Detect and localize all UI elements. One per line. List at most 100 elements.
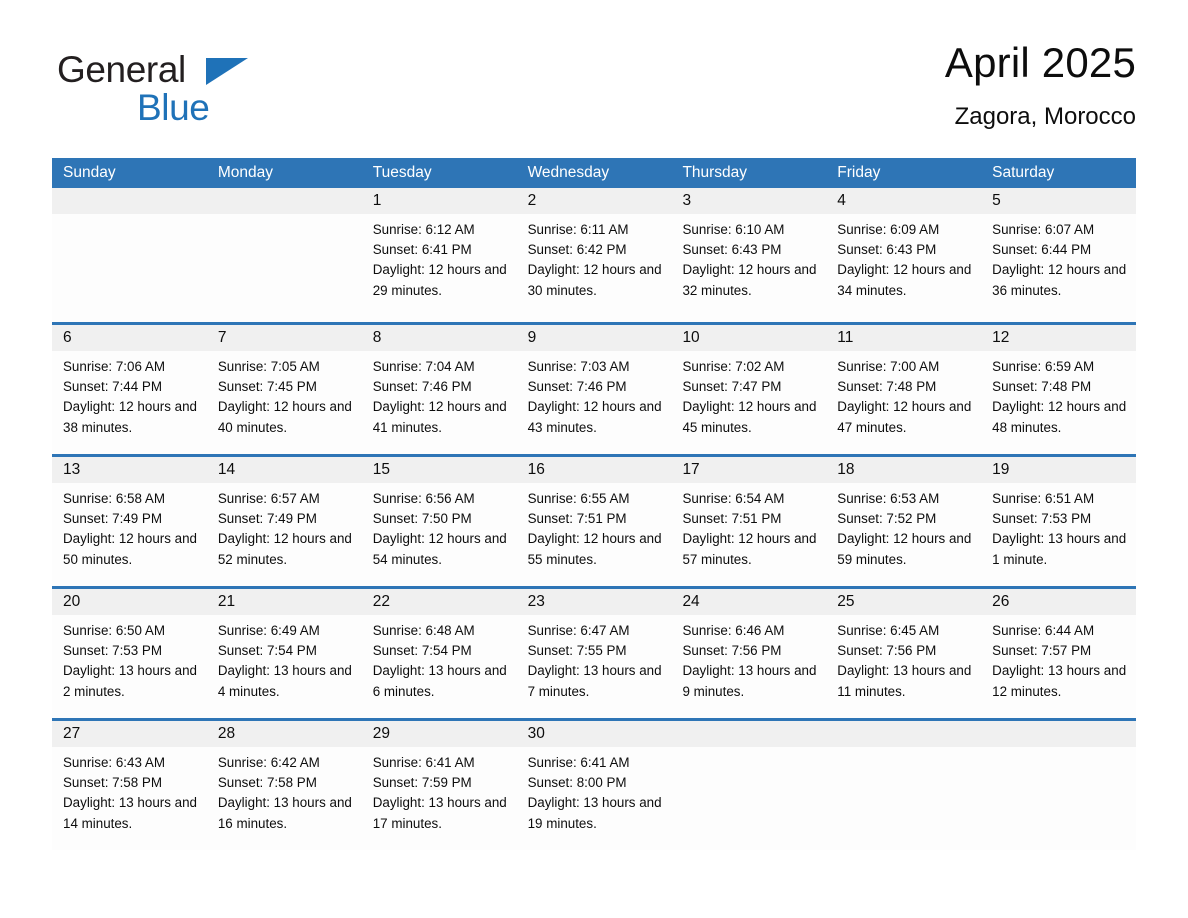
day-cell-9[interactable]: 9 Sunrise: 7:03 AM Sunset: 7:46 PM Daylight… — [516, 325, 672, 454]
day-number: 3 — [671, 188, 827, 214]
day-details: Sunrise: 6:55 AM Sunset: 7:51 PM Daylight:… — [517, 483, 672, 570]
day-cell-26[interactable]: 26 Sunrise: 6:44 AM Sunset: 7:57 PM Dayligh… — [981, 589, 1137, 718]
day-number — [826, 721, 982, 747]
day-details: Sunrise: 6:42 AM Sunset: 7:58 PM Daylight:… — [207, 747, 362, 834]
day-cell-28[interactable]: 28 Sunrise: 6:42 AM Sunset: 7:58 PM Dayligh… — [206, 721, 362, 850]
daylight-text: Daylight: 12 hours and 52 minutes. — [217, 531, 352, 567]
day-details: Sunrise: 7:00 AM Sunset: 7:48 PM Daylight:… — [826, 351, 981, 438]
day-cell-27[interactable]: 27 Sunrise: 6:43 AM Sunset: 7:58 PM Dayligh… — [52, 721, 207, 850]
day-cell-29[interactable]: 29 Sunrise: 6:41 AM Sunset: 7:59 PM Dayligh… — [361, 721, 517, 850]
daylight-text: Daylight: 13 hours and 11 minutes. — [837, 663, 972, 699]
daylight-text: Daylight: 13 hours and 17 minutes. — [372, 795, 507, 831]
logo-text-blue: Blue — [137, 87, 210, 128]
day-details: Sunrise: 6:46 AM Sunset: 7:56 PM Daylight:… — [671, 615, 826, 702]
sunrise-text: Sunrise: 6:57 AM — [217, 491, 320, 506]
sunrise-text: Sunrise: 6:09 AM — [837, 222, 940, 237]
day-cell-21[interactable]: 21 Sunrise: 6:49 AM Sunset: 7:54 PM Dayligh… — [206, 589, 362, 718]
sunrise-text: Sunrise: 6:12 AM — [372, 222, 475, 237]
calendar-week-row: 20 Sunrise: 6:50 AM Sunset: 7:53 PM Dayligh… — [52, 586, 1137, 718]
sunset-text: Sunset: 7:55 PM — [527, 643, 627, 659]
day-number: 18 — [826, 457, 982, 483]
day-cell-16[interactable]: 16 Sunrise: 6:55 AM Sunset: 7:51 PM Dayligh… — [516, 457, 672, 586]
day-number: 27 — [52, 721, 207, 747]
day-cell-8[interactable]: 8 Sunrise: 7:04 AM Sunset: 7:46 PM Daylight… — [361, 325, 517, 454]
page-header: General Blue April 2025 Zagora, Morocco — [52, 38, 1136, 150]
day-cell-14[interactable]: 14 Sunrise: 6:57 AM Sunset: 7:49 PM Dayligh… — [206, 457, 362, 586]
sunset-text: Sunset: 7:56 PM — [837, 643, 937, 659]
day-cell-18[interactable]: 18 Sunrise: 6:53 AM Sunset: 7:52 PM Dayligh… — [826, 457, 982, 586]
daylight-text: Daylight: 12 hours and 36 minutes. — [992, 262, 1127, 298]
logo-word-general: General — [57, 50, 357, 90]
day-cell-5[interactable]: 5 Sunrise: 6:07 AM Sunset: 6:44 PM Daylight… — [981, 188, 1137, 322]
sunset-text: Sunset: 7:53 PM — [63, 643, 162, 659]
sunrise-text: Sunrise: 6:10 AM — [682, 222, 785, 237]
weekday-header-wednesday: Wednesday — [527, 164, 610, 181]
day-details: Sunrise: 6:12 AM Sunset: 6:41 PM Daylight:… — [362, 214, 517, 301]
sunset-text: Sunset: 6:43 PM — [682, 242, 782, 258]
daylight-text: Daylight: 12 hours and 47 minutes. — [837, 399, 972, 435]
daylight-text: Daylight: 12 hours and 48 minutes. — [992, 399, 1127, 435]
triangle-icon — [206, 58, 248, 85]
sunrise-text: Sunrise: 6:59 AM — [992, 359, 1095, 374]
day-cell-24[interactable]: 24 Sunrise: 6:46 AM Sunset: 7:56 PM Dayligh… — [671, 589, 827, 718]
day-cell-10[interactable]: 10 Sunrise: 7:02 AM Sunset: 7:47 PM Dayligh… — [671, 325, 827, 454]
sunrise-text: Sunrise: 6:56 AM — [372, 491, 475, 506]
logo-text-general: General — [57, 49, 186, 90]
day-number: 13 — [52, 457, 207, 483]
day-cell-empty — [826, 721, 982, 850]
day-cell-25[interactable]: 25 Sunrise: 6:45 AM Sunset: 7:56 PM Dayligh… — [826, 589, 982, 718]
sunset-text: Sunset: 7:54 PM — [372, 643, 472, 659]
day-number: 10 — [671, 325, 827, 351]
day-number: 22 — [361, 589, 517, 615]
sunset-text: Sunset: 7:58 PM — [63, 775, 162, 791]
day-number: 11 — [826, 325, 982, 351]
day-cell-4[interactable]: 4 Sunrise: 6:09 AM Sunset: 6:43 PM Daylight… — [826, 188, 982, 322]
day-cell-22[interactable]: 22 Sunrise: 6:48 AM Sunset: 7:54 PM Dayligh… — [361, 589, 517, 718]
day-details: Sunrise: 6:50 AM Sunset: 7:53 PM Daylight:… — [52, 615, 207, 702]
daylight-text: Daylight: 12 hours and 50 minutes. — [63, 531, 197, 567]
day-cell-1[interactable]: 1 Sunrise: 6:12 AM Sunset: 6:41 PM Daylight… — [361, 188, 517, 322]
day-cell-3[interactable]: 3 Sunrise: 6:10 AM Sunset: 6:43 PM Daylight… — [671, 188, 827, 322]
day-number: 8 — [361, 325, 517, 351]
day-details: Sunrise: 6:10 AM Sunset: 6:43 PM Daylight:… — [671, 214, 826, 301]
day-number: 26 — [981, 589, 1137, 615]
daylight-text: Daylight: 12 hours and 32 minutes. — [682, 262, 817, 298]
sunrise-text: Sunrise: 6:54 AM — [682, 491, 785, 506]
day-details: Sunrise: 6:54 AM Sunset: 7:51 PM Daylight:… — [671, 483, 826, 570]
daylight-text: Daylight: 13 hours and 1 minute. — [992, 531, 1127, 567]
day-cell-7[interactable]: 7 Sunrise: 7:05 AM Sunset: 7:45 PM Daylight… — [206, 325, 362, 454]
day-cell-30[interactable]: 30 Sunrise: 6:41 AM Sunset: 8:00 PM Dayligh… — [516, 721, 672, 850]
daylight-text: Daylight: 12 hours and 38 minutes. — [63, 399, 197, 435]
day-number: 30 — [516, 721, 672, 747]
day-cell-2[interactable]: 2 Sunrise: 6:11 AM Sunset: 6:42 PM Daylight… — [516, 188, 672, 322]
day-cell-23[interactable]: 23 Sunrise: 6:47 AM Sunset: 7:55 PM Dayligh… — [516, 589, 672, 718]
weekday-header-sunday: Sunday — [63, 164, 116, 181]
day-number: 17 — [671, 457, 827, 483]
daylight-text: Daylight: 13 hours and 7 minutes. — [527, 663, 662, 699]
day-cell-6[interactable]: 6 Sunrise: 7:06 AM Sunset: 7:44 PM Daylight… — [52, 325, 207, 454]
sunrise-text: Sunrise: 6:55 AM — [527, 491, 630, 506]
day-cell-19[interactable]: 19 Sunrise: 6:51 AM Sunset: 7:53 PM Dayligh… — [981, 457, 1137, 586]
day-details: Sunrise: 6:48 AM Sunset: 7:54 PM Daylight:… — [362, 615, 517, 702]
day-cell-empty — [206, 188, 362, 322]
day-cell-13[interactable]: 13 Sunrise: 6:58 AM Sunset: 7:49 PM Dayligh… — [52, 457, 207, 586]
sunset-text: Sunset: 7:52 PM — [837, 511, 937, 527]
daylight-text: Daylight: 13 hours and 16 minutes. — [217, 795, 352, 831]
day-cell-15[interactable]: 15 Sunrise: 6:56 AM Sunset: 7:50 PM Dayligh… — [361, 457, 517, 586]
weekday-header-tuesday: Tuesday — [372, 164, 432, 181]
sunset-text: Sunset: 6:44 PM — [992, 242, 1092, 258]
day-details: Sunrise: 6:53 AM Sunset: 7:52 PM Daylight:… — [826, 483, 981, 570]
day-details: Sunrise: 6:07 AM Sunset: 6:44 PM Daylight:… — [981, 214, 1136, 301]
day-cell-20[interactable]: 20 Sunrise: 6:50 AM Sunset: 7:53 PM Dayligh… — [52, 589, 207, 718]
daylight-text: Daylight: 12 hours and 41 minutes. — [372, 399, 507, 435]
day-cell-11[interactable]: 11 Sunrise: 7:00 AM Sunset: 7:48 PM Dayligh… — [826, 325, 982, 454]
day-cell-17[interactable]: 17 Sunrise: 6:54 AM Sunset: 7:51 PM Dayligh… — [671, 457, 827, 586]
day-number — [52, 188, 207, 214]
day-cell-12[interactable]: 12 Sunrise: 6:59 AM Sunset: 7:48 PM Dayligh… — [981, 325, 1137, 454]
sunrise-text: Sunrise: 6:48 AM — [372, 623, 475, 638]
day-number: 5 — [981, 188, 1137, 214]
daylight-text: Daylight: 13 hours and 19 minutes. — [527, 795, 662, 831]
daylight-text: Daylight: 12 hours and 54 minutes. — [372, 531, 507, 567]
daylight-text: Daylight: 12 hours and 30 minutes. — [527, 262, 662, 298]
sunset-text: Sunset: 7:56 PM — [682, 643, 782, 659]
